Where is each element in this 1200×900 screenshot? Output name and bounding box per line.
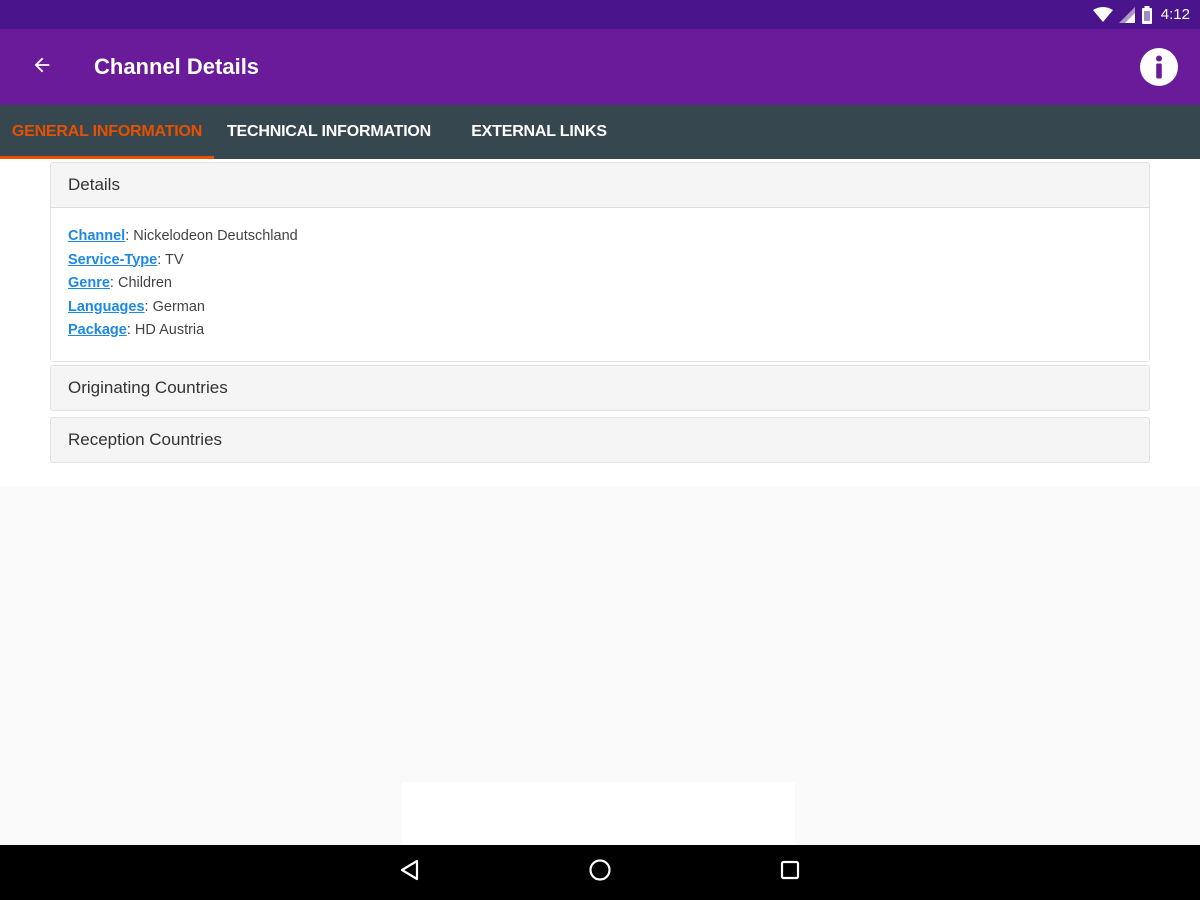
tab-external-links[interactable]: EXTERNAL LINKS — [444, 105, 634, 159]
reception-countries-heading[interactable]: Reception Countries — [51, 418, 1149, 462]
panel-title: Originating Countries — [68, 378, 228, 397]
app-bar: Channel Details — [0, 29, 1200, 105]
languages-link[interactable]: Languages — [68, 299, 145, 315]
ad-placeholder — [402, 782, 795, 845]
genre-value: : Children — [109, 275, 172, 291]
tab-label: EXTERNAL LINKS — [471, 123, 607, 140]
detail-row-channel: Channel: Nickelodeon Deutschland — [68, 225, 1132, 249]
details-panel: Details Channel: Nickelodeon Deutschland… — [50, 162, 1150, 362]
panel-title: Details — [68, 175, 120, 194]
originating-countries-panel[interactable]: Originating Countries — [50, 365, 1150, 411]
nav-back-icon — [399, 859, 421, 886]
details-panel-body: Channel: Nickelodeon Deutschland Service… — [51, 207, 1149, 361]
wifi-icon — [1092, 6, 1113, 23]
back-button[interactable] — [0, 29, 84, 105]
tab-general-information[interactable]: GENERAL INFORMATION — [0, 105, 214, 159]
nav-home-button[interactable] — [570, 845, 630, 900]
tab-bar: GENERAL INFORMATION TECHNICAL INFORMATIO… — [0, 105, 1200, 159]
arrow-left-icon — [31, 54, 53, 81]
nav-back-button[interactable] — [380, 845, 440, 900]
service-type-value: : TV — [157, 251, 184, 268]
info-icon — [1140, 48, 1178, 90]
detail-row-package: Package: HD Austria — [68, 319, 1132, 343]
nav-home-icon — [588, 858, 612, 887]
service-type-link[interactable]: Service-Type — [68, 252, 157, 268]
info-button[interactable] — [1140, 48, 1178, 86]
originating-countries-heading[interactable]: Originating Countries — [51, 366, 1149, 410]
package-link[interactable]: Package — [68, 322, 127, 338]
detail-row-service-type: Service-Type: TV — [68, 249, 1132, 273]
cell-signal-icon — [1118, 6, 1135, 23]
content-area: Details Channel: Nickelodeon Deutschland… — [0, 159, 1200, 486]
channel-link[interactable]: Channel — [68, 228, 125, 244]
nav-recents-icon — [779, 859, 801, 886]
page-title: Channel Details — [94, 54, 260, 79]
tab-label: GENERAL INFORMATION — [11, 123, 203, 140]
detail-row-genre: Genre: Children — [68, 272, 1132, 296]
reception-countries-panel[interactable]: Reception Countries — [50, 417, 1150, 463]
status-bar: 4:12 — [0, 0, 1200, 29]
package-value: : HD Austria — [126, 322, 205, 338]
genre-link[interactable]: Genre — [68, 275, 110, 291]
channel-value: : Nickelodeon Deutschland — [125, 228, 298, 244]
nav-recents-button[interactable] — [760, 845, 820, 900]
status-time: 4:12 — [1160, 6, 1190, 23]
tab-technical-information[interactable]: TECHNICAL INFORMATION — [214, 105, 444, 159]
details-panel-heading[interactable]: Details — [51, 163, 1149, 207]
panel-title: Reception Countries — [68, 430, 223, 449]
system-nav-bar — [0, 845, 1200, 900]
detail-row-languages: Languages: German — [68, 296, 1132, 320]
battery-icon — [1141, 5, 1153, 24]
tab-label: TECHNICAL INFORMATION — [226, 123, 432, 140]
languages-value: : German — [144, 298, 205, 315]
